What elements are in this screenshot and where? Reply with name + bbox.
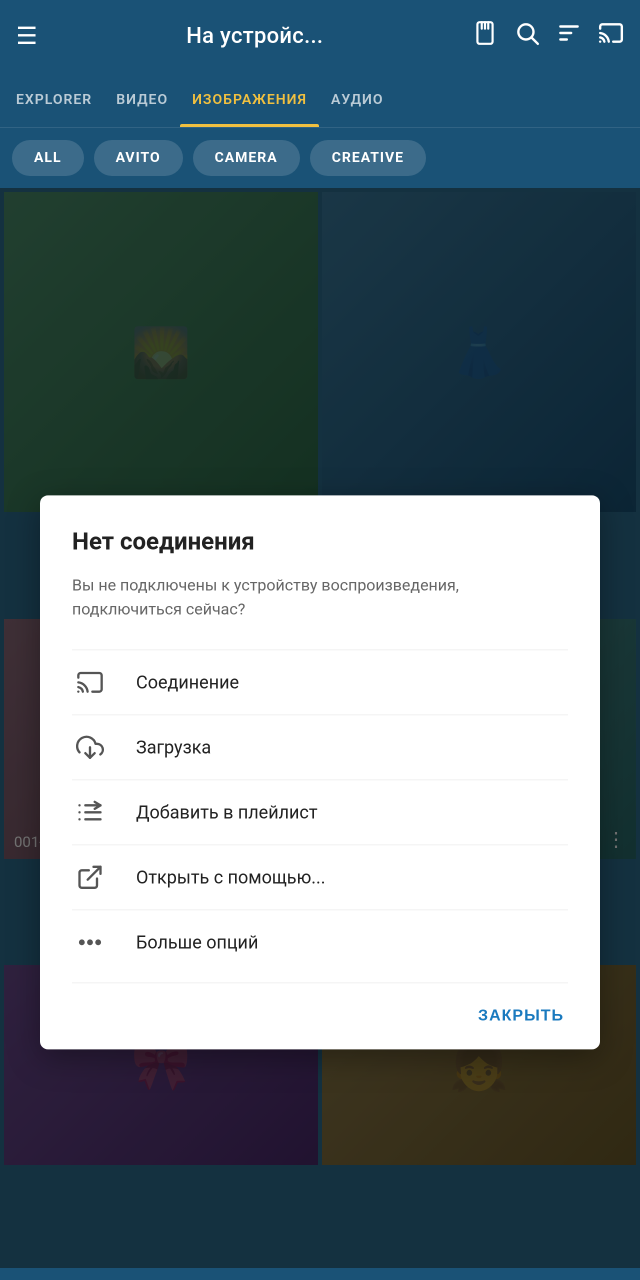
dialog-body: Вы не подключены к устройству воспроизве… bbox=[72, 573, 568, 621]
chip-camera[interactable]: CAMERA bbox=[193, 140, 300, 176]
cast-icon[interactable] bbox=[598, 20, 624, 52]
chips-row: ALL AVITO CAMERA CREATIVE bbox=[0, 128, 640, 188]
top-bar: ☰ На устройс... bbox=[0, 0, 640, 72]
tab-images[interactable]: ИЗОБРАЖЕНИЯ bbox=[180, 72, 319, 127]
chip-avito[interactable]: AVITO bbox=[94, 140, 183, 176]
tab-video[interactable]: ВИДЕО bbox=[104, 72, 180, 127]
menu-label-more: Больше опций bbox=[136, 932, 258, 953]
menu-item-connection[interactable]: Соединение bbox=[72, 649, 568, 714]
menu-item-more[interactable]: Больше опций bbox=[72, 909, 568, 974]
menu-label-connection: Соединение bbox=[136, 672, 239, 693]
content-area: 🌄 👗 🎉 001-172.jpg ⋮ 👶 001-2.jpg ⋮ 🎀 👧 Не… bbox=[0, 188, 640, 1268]
close-button[interactable]: ЗАКРЫТЬ bbox=[474, 999, 568, 1033]
chip-creative[interactable]: CREATIVE bbox=[310, 140, 426, 176]
dialog-actions: ЗАКРЫТЬ bbox=[72, 982, 568, 1033]
menu-label-download: Загрузка bbox=[136, 737, 211, 758]
page-title: На устройс... bbox=[54, 24, 456, 49]
menu-item-download[interactable]: Загрузка bbox=[72, 714, 568, 779]
open-with-menu-icon bbox=[72, 863, 108, 891]
tab-explorer[interactable]: EXPLORER bbox=[4, 72, 104, 127]
search-icon[interactable] bbox=[514, 20, 540, 52]
menu-item-playlist[interactable]: Добавить в плейлист bbox=[72, 779, 568, 844]
playlist-menu-icon bbox=[72, 798, 108, 826]
no-connection-dialog: Нет соединения Вы не подключены к устрой… bbox=[40, 495, 600, 1049]
menu-item-open-with[interactable]: Открыть с помощью... bbox=[72, 844, 568, 909]
menu-label-open-with: Открыть с помощью... bbox=[136, 867, 326, 888]
download-menu-icon bbox=[72, 733, 108, 761]
dialog-title: Нет соединения bbox=[72, 527, 568, 555]
menu-icon[interactable]: ☰ bbox=[16, 22, 38, 50]
more-menu-icon bbox=[72, 928, 108, 956]
chip-all[interactable]: ALL bbox=[12, 140, 84, 176]
cast-menu-icon bbox=[72, 668, 108, 696]
tabs-row: EXPLORER ВИДЕО ИЗОБРАЖЕНИЯ АУДИО bbox=[0, 72, 640, 128]
sd-icon[interactable] bbox=[472, 20, 498, 52]
menu-label-playlist: Добавить в плейлист bbox=[136, 802, 318, 823]
sort-icon[interactable] bbox=[556, 20, 582, 52]
tab-audio[interactable]: АУДИО bbox=[319, 72, 396, 127]
